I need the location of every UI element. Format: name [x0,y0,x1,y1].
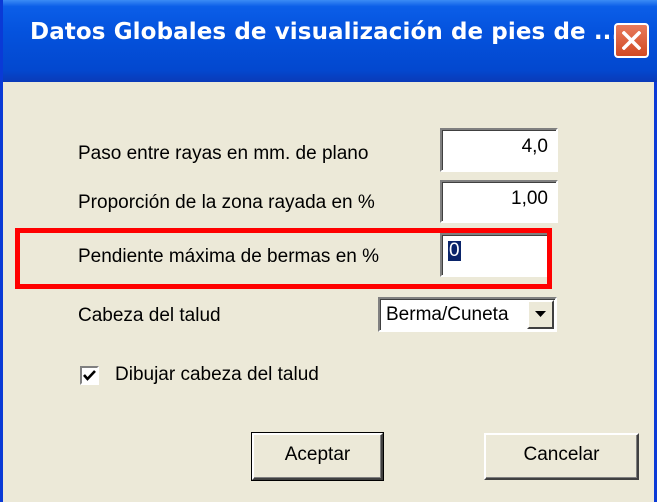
dropdown-button[interactable] [527,300,554,329]
dibujar-label: Dibujar cabeza del talud [115,364,319,385]
highlight-box [15,228,552,289]
dibujar-checkbox[interactable] [80,366,99,385]
cancel-button[interactable]: Cancelar [484,433,639,480]
chevron-down-icon [535,311,546,317]
window-title: Datos Globales de visualización de pies … [30,19,621,45]
proporcion-value: 1,00 [511,188,548,209]
close-button[interactable] [614,23,649,58]
cabeza-selected: Berma/Cuneta [386,304,509,325]
paso-value: 4,0 [521,136,548,157]
dialog-window: Datos Globales de visualización de pies … [0,0,657,502]
close-icon [622,31,641,50]
proporcion-label: Proporción de la zona rayada en % [78,192,375,213]
paso-input[interactable]: 4,0 [440,128,558,172]
title-bar[interactable]: Datos Globales de visualización de pies … [3,0,657,82]
accept-button[interactable]: Aceptar [251,432,384,481]
proporcion-input[interactable]: 1,00 [440,180,558,223]
cabeza-select[interactable]: Berma/Cuneta [378,297,557,332]
cabeza-label: Cabeza del talud [78,305,221,326]
checkmark-icon [83,370,96,381]
paso-label: Paso entre rayas en mm. de plano [78,143,369,164]
